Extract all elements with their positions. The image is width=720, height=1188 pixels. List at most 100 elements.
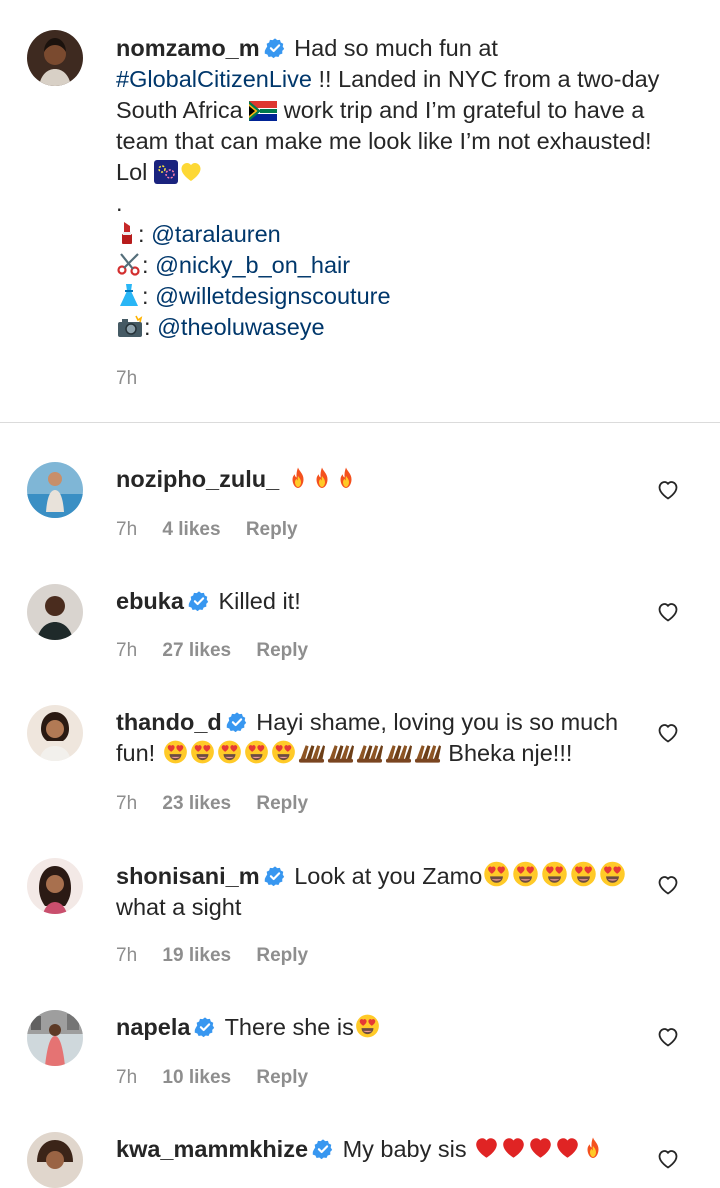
verified-badge-icon (264, 865, 286, 887)
comment-meta: 7h 10 likes Reply (116, 1067, 328, 1089)
comment-time: 7h (116, 793, 138, 814)
comment-meta: 7h 27 likes Reply (116, 640, 328, 662)
post-meta: 7h (116, 368, 157, 390)
fire-emoji-icon (581, 1135, 605, 1161)
credit-link-makeup[interactable]: @taralauren (151, 221, 281, 247)
comment-body: nozipho_zulu_ (116, 464, 636, 495)
comment-text: There she is (224, 1014, 354, 1040)
camera-flash-emoji-icon (116, 315, 144, 339)
comment-avatar[interactable] (27, 584, 83, 640)
caption-text: Lol (116, 159, 148, 185)
caption-text: work trip and I’m grateful to have a (283, 97, 645, 123)
comment-text: what a sight (116, 894, 242, 920)
red-heart-emoji-icon (500, 1135, 527, 1161)
yellow-heart-emoji-icon (178, 160, 204, 184)
comment-username[interactable]: napela (116, 1014, 190, 1040)
comment-username[interactable]: nozipho_zulu_ (116, 466, 279, 492)
heart-eyes-emoji-icon (162, 739, 189, 765)
comment-likes[interactable]: 27 likes (162, 640, 231, 661)
comment-body: napela There she is (116, 1012, 636, 1043)
comment-text: Killed it! (218, 588, 301, 614)
red-heart-emoji-icon (527, 1135, 554, 1161)
reply-button[interactable]: Reply (256, 1067, 308, 1088)
comment-body: thando_d Hayi shame, loving you is so mu… (116, 707, 636, 769)
comment-text: Hayi shame, loving you is so much (256, 709, 619, 735)
heart-eyes-emoji-icon (354, 1013, 381, 1039)
hashtag-link[interactable]: #GlobalCitizenLive (116, 66, 312, 92)
heart-eyes-emoji-icon (598, 860, 627, 888)
divider (0, 422, 720, 423)
verified-badge-icon (188, 590, 210, 612)
comment-avatar[interactable] (27, 858, 83, 914)
comment-username[interactable]: thando_d (116, 709, 222, 735)
south-africa-flag-icon (249, 100, 278, 122)
credit-link-dress[interactable]: @willetdesignscouture (155, 283, 390, 309)
comment-avatar[interactable] (27, 1010, 83, 1066)
like-heart-icon[interactable] (656, 600, 680, 624)
comment-username[interactable]: shonisani_m (116, 863, 260, 889)
red-heart-emoji-icon (554, 1135, 581, 1161)
comment-avatar[interactable] (27, 462, 83, 518)
post-username[interactable]: nomzamo_m (116, 35, 260, 61)
credit-separator: : (142, 252, 149, 278)
comment-username[interactable]: kwa_mammkhize (116, 1136, 308, 1162)
clapping-hands-emoji-icon (326, 741, 355, 765)
scissors-emoji-icon (116, 251, 142, 277)
heart-eyes-emoji-icon (270, 739, 297, 765)
comment-body: shonisani_m Look at you Zamo what a sigh… (116, 860, 636, 923)
fireworks-emoji-icon (153, 160, 178, 184)
heart-eyes-emoji-icon (511, 860, 540, 888)
credit-separator: : (142, 283, 149, 309)
heart-eyes-emoji-icon (482, 860, 511, 888)
comment-likes[interactable]: 10 likes (162, 1067, 231, 1088)
post-time: 7h (116, 368, 138, 389)
red-heart-emoji-icon (473, 1135, 500, 1161)
comment-text: Look at you Zamo (294, 863, 483, 889)
comment-avatar[interactable] (27, 1132, 83, 1188)
dress-emoji-icon (116, 282, 142, 308)
verified-badge-icon (264, 37, 286, 59)
fire-emoji-icon (310, 465, 334, 491)
comment-time: 7h (116, 519, 138, 540)
credit-separator: : (144, 314, 151, 340)
credit-link-photo[interactable]: @theoluwaseye (157, 314, 325, 340)
lipstick-emoji-icon (116, 220, 138, 246)
comment-time: 7h (116, 945, 138, 966)
heart-eyes-emoji-icon (243, 739, 270, 765)
clapping-hands-emoji-icon (297, 741, 326, 765)
heart-eyes-emoji-icon (216, 739, 243, 765)
credit-link-hair[interactable]: @nicky_b_on_hair (155, 252, 350, 278)
caption-text: !! Landed in NYC from a two-day (318, 66, 660, 92)
verified-badge-icon (194, 1016, 216, 1038)
reply-button[interactable]: Reply (256, 793, 308, 814)
like-heart-icon[interactable] (656, 721, 680, 745)
like-heart-icon[interactable] (656, 873, 680, 897)
clapping-hands-emoji-icon (413, 741, 442, 765)
comment-body: kwa_mammkhize My baby sis (116, 1134, 636, 1165)
caption-text: Had so much fun at (294, 35, 498, 61)
heart-eyes-emoji-icon (540, 860, 569, 888)
comment-text: Bheka nje!!! (448, 740, 573, 766)
heart-eyes-emoji-icon (569, 860, 598, 888)
like-heart-icon[interactable] (656, 1147, 680, 1171)
comment-text: My baby sis (342, 1136, 467, 1162)
reply-button[interactable]: Reply (256, 945, 308, 966)
caption-text: South Africa (116, 97, 243, 123)
fire-emoji-icon (334, 465, 358, 491)
comment-likes[interactable]: 23 likes (162, 793, 231, 814)
comment-likes[interactable]: 19 likes (162, 945, 231, 966)
comment-username[interactable]: ebuka (116, 588, 184, 614)
comment-time: 7h (116, 1067, 138, 1088)
verified-badge-icon (226, 711, 248, 733)
caption-dot: . (116, 190, 123, 216)
comment-avatar[interactable] (27, 705, 83, 761)
credit-separator: : (138, 221, 145, 247)
fire-emoji-icon (286, 465, 310, 491)
reply-button[interactable]: Reply (256, 640, 308, 661)
like-heart-icon[interactable] (656, 478, 680, 502)
post-author-avatar[interactable] (27, 30, 83, 86)
like-heart-icon[interactable] (656, 1025, 680, 1049)
comment-likes[interactable]: 4 likes (162, 519, 220, 540)
comment-text: fun! (116, 740, 156, 766)
reply-button[interactable]: Reply (246, 519, 298, 540)
